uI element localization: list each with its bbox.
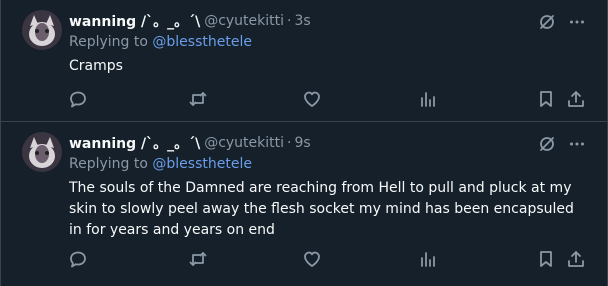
tweet-header: wanning /`。_。´\ @cyutekitti · 9s <box>69 132 607 154</box>
bookmark-icon <box>540 91 552 107</box>
tweet-text: The souls of the Damned are reaching fro… <box>69 180 574 238</box>
bookmark-button[interactable] <box>535 248 557 270</box>
avatar[interactable] <box>22 10 62 50</box>
timestamp[interactable]: 3s <box>294 13 310 29</box>
tweet[interactable]: wanning /`。_。´\ @cyutekitti · 3s Replyin… <box>1 0 607 122</box>
separator: · <box>287 135 292 151</box>
share-icon <box>568 91 584 107</box>
mention-link[interactable]: @blessthetele <box>152 156 252 172</box>
reply-button[interactable] <box>67 88 89 110</box>
bookmark-icon <box>540 251 552 267</box>
display-name[interactable]: wanning /`。_。´\ <box>69 11 200 31</box>
views-button[interactable] <box>417 88 439 110</box>
views-icon <box>421 252 435 267</box>
more-icon[interactable] <box>567 134 587 154</box>
like-button[interactable] <box>301 248 323 270</box>
like-button[interactable] <box>301 88 323 110</box>
bookmark-button[interactable] <box>535 88 557 110</box>
avatar[interactable] <box>22 132 62 172</box>
heart-icon <box>304 91 320 107</box>
grok-icon[interactable] <box>537 134 557 154</box>
views-button[interactable] <box>417 248 439 270</box>
tweet-feed: wanning /`。_。´\ @cyutekitti · 3s Replyin… <box>0 0 608 286</box>
user-handle[interactable]: @cyutekitti <box>204 135 284 151</box>
retweet-button[interactable] <box>187 88 209 110</box>
heart-icon <box>304 251 320 267</box>
reply-icon <box>70 251 86 268</box>
action-bar <box>1 88 607 110</box>
replying-to: Replying to @blessthetele <box>69 156 252 172</box>
retweet-icon <box>189 252 207 266</box>
grok-icon[interactable] <box>537 12 557 32</box>
views-icon <box>421 92 435 107</box>
share-button[interactable] <box>565 248 587 270</box>
more-icon[interactable] <box>567 12 587 32</box>
mention-link[interactable]: @blessthetele <box>152 34 252 50</box>
replying-label: Replying to <box>69 156 153 172</box>
replying-label: Replying to <box>69 34 153 50</box>
retweet-button[interactable] <box>187 248 209 270</box>
action-bar <box>1 248 607 270</box>
replying-to: Replying to @blessthetele <box>69 34 252 50</box>
retweet-icon <box>189 92 207 106</box>
tweet-text: Cramps <box>69 58 123 74</box>
tweet[interactable]: wanning /`。_。´\ @cyutekitti · 9s Replyin… <box>1 122 607 286</box>
user-handle[interactable]: @cyutekitti <box>204 13 284 29</box>
timestamp[interactable]: 9s <box>294 135 310 151</box>
reply-button[interactable] <box>67 248 89 270</box>
share-icon <box>568 251 584 267</box>
tweet-header: wanning /`。_。´\ @cyutekitti · 3s <box>69 10 607 32</box>
share-button[interactable] <box>565 88 587 110</box>
separator: · <box>287 13 292 29</box>
display-name[interactable]: wanning /`。_。´\ <box>69 133 200 153</box>
reply-icon <box>70 91 86 108</box>
